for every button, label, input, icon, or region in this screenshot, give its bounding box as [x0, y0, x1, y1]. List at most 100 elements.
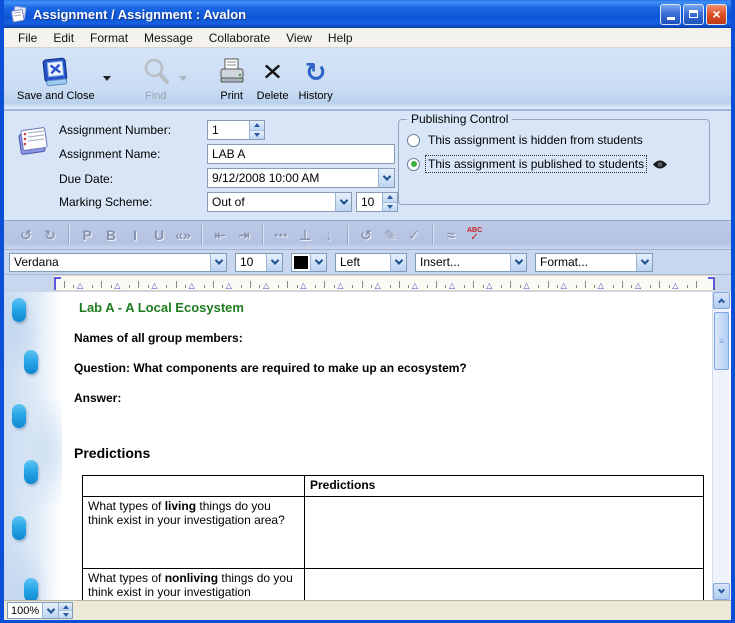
- indent-decrease-icon[interactable]: ⇤: [210, 225, 230, 245]
- print-button[interactable]: Print: [212, 52, 252, 104]
- marking-scheme-label: Marking Scheme:: [59, 195, 152, 209]
- menu-collaborate[interactable]: Collaborate: [201, 29, 278, 47]
- assignment-name-input[interactable]: LAB A: [207, 144, 395, 164]
- radio-hidden-from-students[interactable]: This assignment is hidden from students: [407, 132, 645, 148]
- insert-below-icon[interactable]: ↓: [319, 225, 339, 245]
- find-dropdown[interactable]: [176, 52, 190, 104]
- marking-scheme-combo[interactable]: Out of: [207, 192, 352, 212]
- app-icon: [10, 5, 28, 23]
- spin-up-icon[interactable]: [250, 121, 264, 130]
- menu-message[interactable]: Message: [136, 29, 201, 47]
- ruler-right-margin-marker[interactable]: [708, 277, 715, 290]
- save-and-close-button[interactable]: Save and Close: [12, 52, 100, 104]
- paragraph-icon[interactable]: P: [77, 225, 97, 245]
- format-combo[interactable]: Format...: [535, 253, 653, 272]
- history-button[interactable]: ↻ History: [293, 52, 337, 104]
- bold-icon[interactable]: B: [101, 225, 121, 245]
- font-color-combo[interactable]: [291, 253, 327, 272]
- chevron-down-icon[interactable]: [510, 254, 526, 271]
- spin-up-icon[interactable]: [383, 193, 397, 202]
- chevron-down-icon[interactable]: [266, 254, 282, 271]
- table-header-cell[interactable]: Predictions: [305, 476, 704, 497]
- table-question-cell[interactable]: What types of nonliving things do you th…: [83, 569, 305, 601]
- menu-view[interactable]: View: [278, 29, 320, 47]
- scrollbar-thumb[interactable]: ≡: [714, 312, 729, 370]
- menu-format[interactable]: Format: [82, 29, 136, 47]
- menu-file[interactable]: File: [10, 29, 45, 47]
- font-size-combo[interactable]: 10: [235, 253, 283, 272]
- tab-stop-icon: △: [151, 282, 157, 290]
- undo-icon[interactable]: ↺: [16, 225, 36, 245]
- chevron-down-icon[interactable]: [210, 254, 226, 271]
- main-toolbar: Save and Close Find: [4, 48, 731, 111]
- chevron-down-icon[interactable]: [335, 193, 351, 211]
- redo-icon[interactable]: ↻: [40, 225, 60, 245]
- indent-increase-icon[interactable]: ⇥: [234, 225, 254, 245]
- table-row: What types of living things do you think…: [83, 497, 704, 569]
- menu-help[interactable]: Help: [320, 29, 361, 47]
- delete-button[interactable]: ✕ Delete: [252, 52, 294, 104]
- save-and-close-dropdown[interactable]: [100, 52, 114, 104]
- status-bar: 100%: [4, 600, 731, 620]
- document-editor[interactable]: Lab A - A Local Ecosystem Names of all g…: [62, 292, 715, 600]
- marking-points-spinner[interactable]: 10: [356, 192, 398, 212]
- radio-icon[interactable]: [407, 134, 420, 147]
- find-button[interactable]: Find: [136, 52, 176, 104]
- stationery-capsule: [24, 578, 38, 600]
- scroll-down-button[interactable]: [713, 583, 730, 600]
- title-bar: Assignment / Assignment : Avalon ×: [4, 0, 731, 28]
- chevron-down-icon[interactable]: [636, 254, 652, 271]
- separator: [432, 225, 433, 245]
- chevron-down-icon[interactable]: [42, 603, 58, 618]
- close-button[interactable]: ×: [706, 4, 727, 25]
- due-date-label: Due Date:: [59, 172, 113, 186]
- spellcheck-icon[interactable]: ABC✓: [467, 227, 482, 243]
- tab-stops-icon[interactable]: ⋯: [271, 225, 291, 245]
- chevron-down-icon[interactable]: [390, 254, 406, 271]
- table-answer-cell[interactable]: [305, 569, 704, 601]
- tab-stop-icon: △: [226, 282, 232, 290]
- minimize-button[interactable]: [660, 4, 681, 25]
- spin-down-icon[interactable]: [250, 130, 264, 140]
- scribble-icon[interactable]: ≈: [441, 225, 461, 245]
- spin-down-icon[interactable]: [383, 202, 397, 212]
- special-characters-icon[interactable]: «»: [173, 225, 193, 245]
- font-family-combo[interactable]: Verdana: [9, 253, 227, 272]
- separator: [68, 225, 69, 245]
- radio-published-to-students[interactable]: This assignment is published to students: [407, 156, 668, 172]
- italic-icon[interactable]: I: [125, 225, 145, 245]
- radio-selected-icon[interactable]: [407, 158, 420, 171]
- menu-bar: File Edit Format Message Collaborate Vie…: [4, 28, 731, 48]
- menu-edit[interactable]: Edit: [45, 29, 82, 47]
- assignment-icon: [14, 123, 50, 159]
- insert-combo[interactable]: Insert...: [415, 253, 527, 272]
- underline-icon[interactable]: U: [149, 225, 169, 245]
- zoom-combo[interactable]: 100%: [7, 602, 73, 619]
- pen-icon[interactable]: ✎: [380, 225, 400, 245]
- tab-stop-icon: △: [263, 282, 269, 290]
- ruler-left-margin-marker[interactable]: [54, 277, 61, 290]
- predictions-table: Predictions What types of living things …: [82, 475, 704, 600]
- chevron-down-icon[interactable]: [310, 254, 326, 271]
- vertical-scrollbar[interactable]: ≡: [712, 292, 729, 600]
- assignment-number-spinner[interactable]: 1: [207, 120, 265, 140]
- refresh-icon[interactable]: ↺: [356, 225, 376, 245]
- table-header-row: Predictions: [83, 476, 704, 497]
- table-question-cell[interactable]: What types of living things do you think…: [83, 497, 305, 569]
- separator: [262, 225, 263, 245]
- spin-up-icon[interactable]: [59, 603, 72, 610]
- chevron-up-icon: [718, 298, 725, 305]
- chevron-down-icon[interactable]: [378, 169, 394, 187]
- document-title: Lab A - A Local Ecosystem: [79, 300, 715, 315]
- due-date-combo[interactable]: 9/12/2008 10:00 AM: [207, 168, 395, 188]
- baseline-icon[interactable]: ⊥: [295, 225, 315, 245]
- alignment-combo[interactable]: Left: [335, 253, 407, 272]
- font-toolbar: Verdana 10 Left Insert... Format...: [4, 250, 731, 275]
- color-swatch: [294, 256, 308, 269]
- maximize-button[interactable]: [683, 4, 704, 25]
- accept-changes-icon[interactable]: ✓: [404, 225, 424, 245]
- scroll-up-button[interactable]: [713, 292, 730, 309]
- spin-down-icon[interactable]: [59, 610, 72, 618]
- table-header-cell[interactable]: [83, 476, 305, 497]
- table-answer-cell[interactable]: [305, 497, 704, 569]
